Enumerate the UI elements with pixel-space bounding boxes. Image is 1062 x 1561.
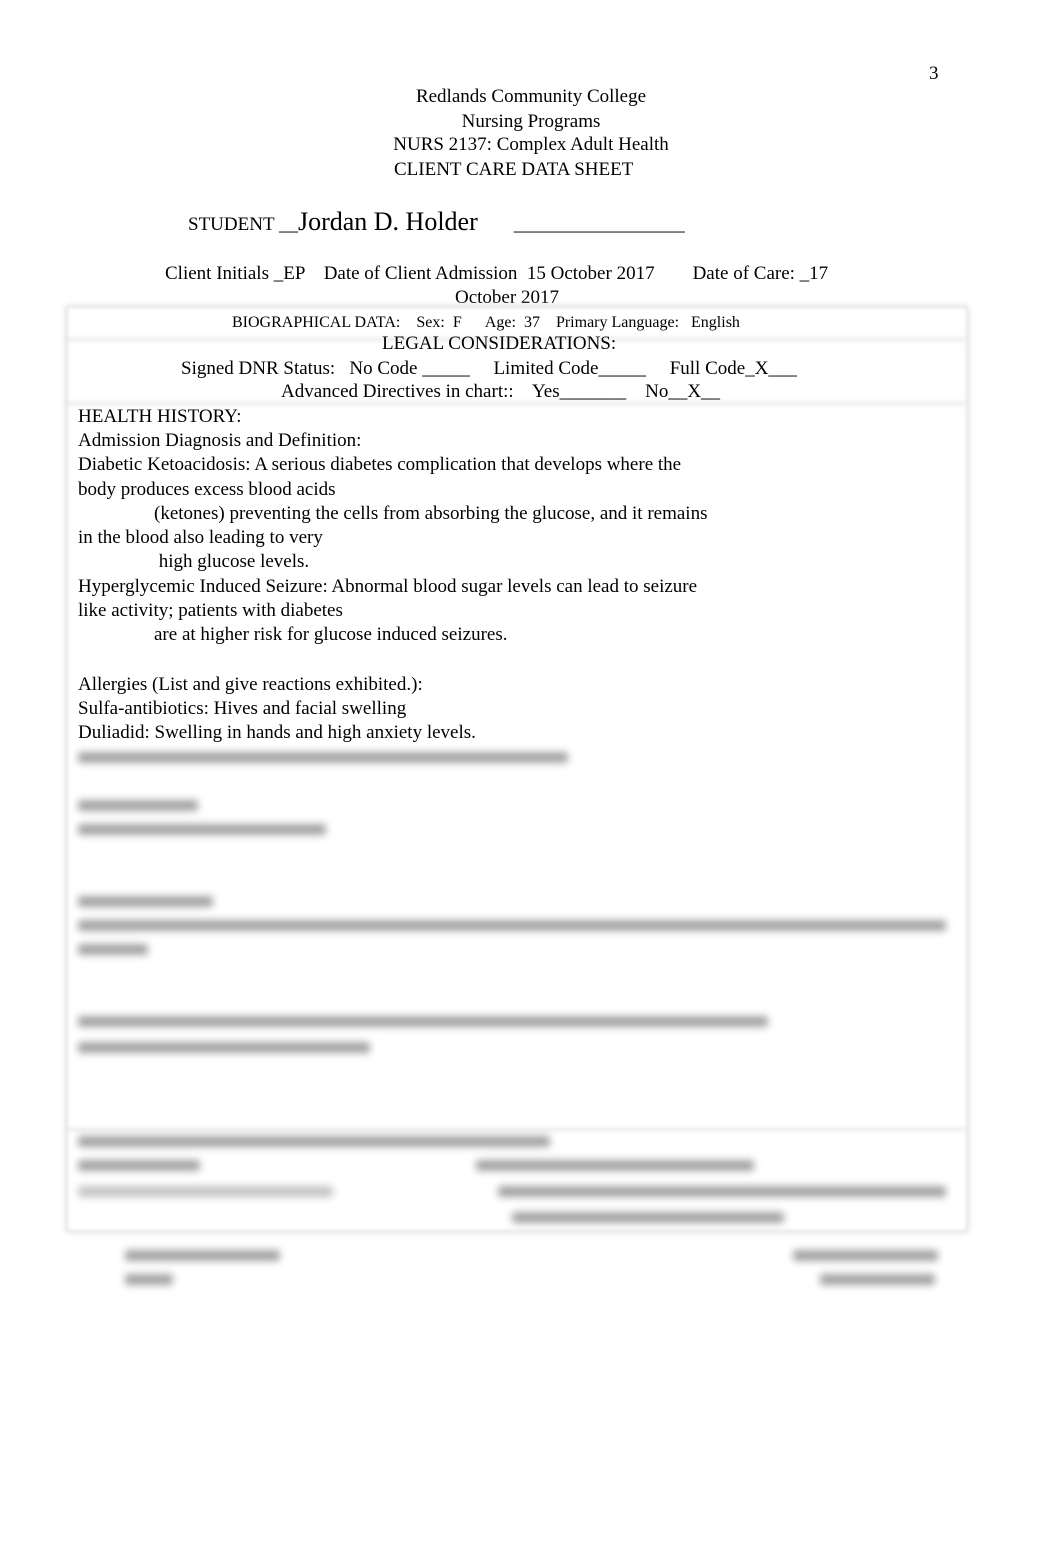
obscured-footer-text [793, 1250, 938, 1261]
diagnosis-line: like activity; patients with diabetes [78, 600, 343, 621]
page-number: 3 [929, 63, 939, 84]
obscured-text [78, 1016, 768, 1027]
diagnosis-line: Diabetic Ketoacidosis: A serious diabete… [78, 454, 682, 475]
legal-title: LEGAL CONSIDERATIONS: [382, 333, 617, 354]
diagnosis-line: in the blood also leading to very [78, 527, 323, 548]
obscured-footer-text [820, 1274, 935, 1285]
age-value: 37 [523, 314, 540, 331]
allergy-item: Sulfa-antibiotics: Hives and facial swel… [78, 698, 407, 719]
obscured-text [78, 920, 946, 931]
obscured-text [78, 944, 148, 955]
admission-label: Date of Client Admission [323, 263, 518, 284]
allergy-item: Duliadid: Swelling in hands and high anx… [78, 722, 476, 743]
document-page: 3 Redlands Community College Nursing Pro… [0, 0, 1062, 1561]
health-history-title: HEALTH HISTORY: [78, 406, 242, 427]
obscured-footer-text [125, 1250, 280, 1261]
allergies-label: Allergies (List and give reactions exhib… [78, 674, 423, 695]
advance-directives: Advanced Directives in chart:: Yes______… [281, 381, 721, 402]
obscured-text [512, 1212, 784, 1223]
obscured-text [78, 752, 568, 763]
language-label: Primary Language: [555, 314, 680, 331]
bio-label: BIOGRAPHICAL DATA: [232, 314, 401, 331]
obscured-text [498, 1186, 946, 1197]
obscured-text [78, 800, 198, 811]
obscured-text [78, 1186, 333, 1197]
diagnosis-line: high glucose levels. [78, 551, 310, 572]
diagnosis-line: Hyperglycemic Induced Seizure: Abnormal … [78, 576, 698, 597]
student-label: STUDENT __ [188, 214, 298, 235]
dnr-status: Signed DNR Status: No Code _____ Limited… [181, 358, 797, 379]
diagnosis-label: Admission Diagnosis and Definition: [78, 430, 362, 451]
student-line: STUDENT __Jordan D. Holder ______________… [188, 207, 685, 237]
admission-date: 15 October 2017 [526, 263, 655, 284]
language-value: English [691, 314, 740, 331]
date-of-care-label: Date of Care: _17 [692, 263, 829, 284]
course-name: NURS 2137: Complex Adult Health [393, 134, 669, 155]
sex-label: Sex: [416, 314, 445, 331]
client-info-line: Client Initials _EP Date of Client Admis… [165, 262, 828, 286]
client-initials: Client Initials _EP [165, 263, 305, 284]
obscured-footer-text [125, 1274, 173, 1285]
diagnosis-line: (ketones) preventing the cells from abso… [78, 503, 708, 524]
diagnosis-line: body produces excess blood acids [78, 479, 336, 500]
sex-value: F [452, 314, 462, 331]
obscured-text [476, 1160, 754, 1171]
age-label: Age: [484, 314, 516, 331]
institution-name: Redlands Community College [415, 86, 647, 107]
sheet-title: CLIENT CARE DATA SHEET [394, 159, 634, 180]
divider [66, 1128, 966, 1131]
obscured-text [78, 1136, 550, 1147]
diagnosis-line: are at higher risk for glucose induced s… [78, 624, 508, 645]
program-name: Nursing Programs [461, 111, 601, 132]
obscured-text [78, 1160, 200, 1171]
obscured-text [78, 1042, 370, 1053]
obscured-text [78, 824, 326, 835]
student-name: Jordan D. Holder [297, 207, 478, 236]
student-blank: __________________ [513, 214, 685, 235]
obscured-text [78, 896, 213, 907]
